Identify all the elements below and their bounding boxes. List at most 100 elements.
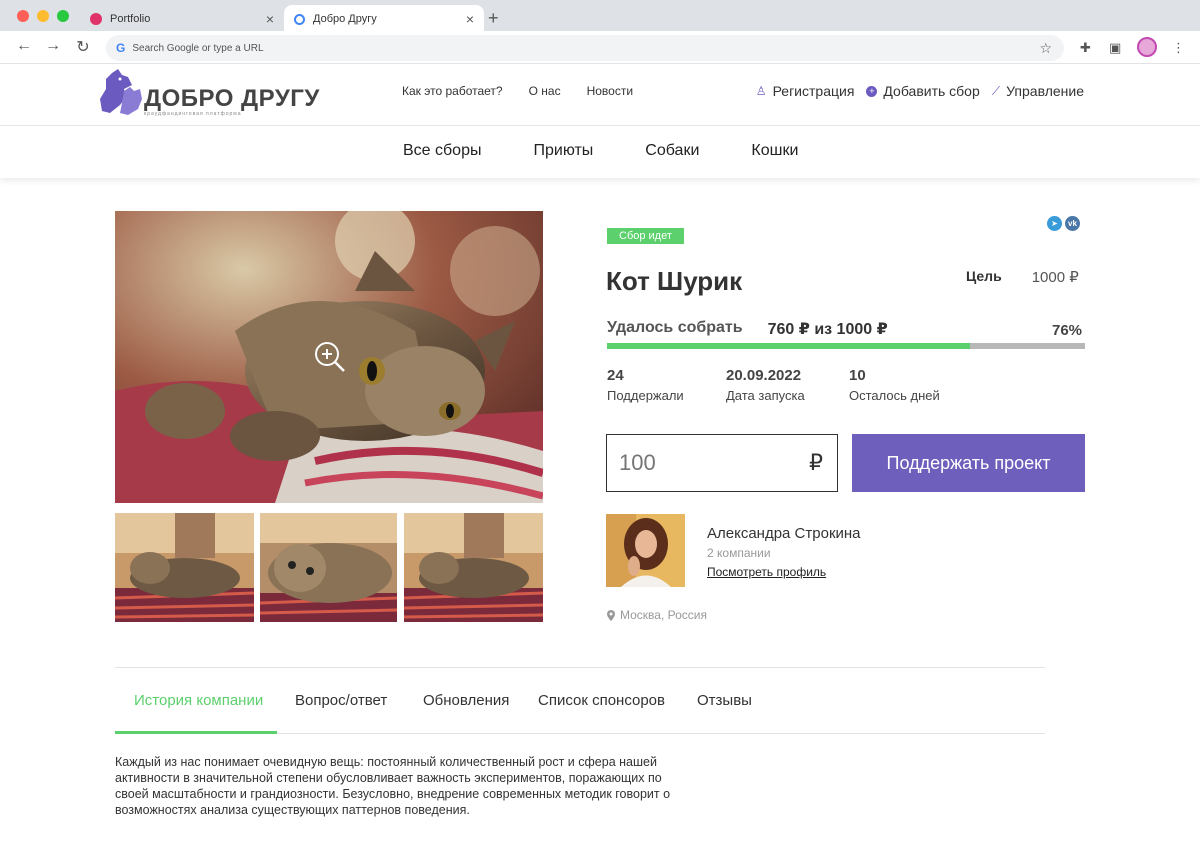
profile-avatar[interactable] xyxy=(1137,37,1157,57)
maximize-window-button[interactable] xyxy=(57,10,69,22)
gallery-thumbnail[interactable] xyxy=(260,513,397,622)
user-icon: ♙ xyxy=(755,84,767,98)
category-dogs[interactable]: Собаки xyxy=(645,142,699,160)
progress-fill xyxy=(607,343,971,349)
cat-thumbnail-image xyxy=(260,513,397,622)
chart-icon: ⟋ xyxy=(991,83,1001,98)
browser-tab-dobro[interactable]: Добро Другу × xyxy=(284,5,484,33)
stat-caption: Дата запуска xyxy=(726,388,805,403)
goal-label: Цель xyxy=(966,268,1002,284)
reload-icon[interactable]: ↻ xyxy=(73,37,93,57)
minimize-window-button[interactable] xyxy=(37,10,49,22)
add-campaign-label: Добавить сбор xyxy=(883,83,980,99)
author-avatar[interactable] xyxy=(606,514,685,587)
address-placeholder: Search Google or type a URL xyxy=(132,42,264,54)
telegram-icon[interactable]: ➤ xyxy=(1047,216,1062,231)
location-text: Москва, Россия xyxy=(620,608,707,622)
browser-chrome: Portfolio × Добро Другу × + ← → ↻ G Sear… xyxy=(0,0,1200,64)
stat-days-left: 10 Осталось дней xyxy=(849,367,940,403)
browser-toolbar: ← → ↻ G Search Google or type a URL ☆ ✚ … xyxy=(0,31,1200,64)
back-icon[interactable]: ← xyxy=(14,37,34,55)
amount-input[interactable] xyxy=(619,450,739,476)
window-controls xyxy=(17,10,69,22)
author-name: Александра Строкина xyxy=(707,525,861,542)
view-profile-link[interactable]: Посмотреть профиль xyxy=(707,565,826,579)
bookmark-star-icon[interactable]: ☆ xyxy=(1039,40,1052,57)
menu-icon[interactable]: ⋮ xyxy=(1172,40,1185,56)
side-panel-icon[interactable]: ▣ xyxy=(1109,40,1121,56)
close-window-button[interactable] xyxy=(17,10,29,22)
vk-icon[interactable]: vk xyxy=(1065,216,1080,231)
gallery-thumbnail[interactable] xyxy=(115,513,254,622)
tab-faq[interactable]: Вопрос/ответ xyxy=(295,692,387,709)
site-logo[interactable]: ДОБРО ДРУГУ краудфандинговая платформа xyxy=(98,67,319,117)
plus-circle-icon: + xyxy=(866,85,878,97)
raised-value: 760 ₽ из 1000 ₽ xyxy=(767,321,888,338)
nav-news[interactable]: Новости xyxy=(587,84,633,98)
raised-summary: Удалось собрать 760 ₽ из 1000 ₽ xyxy=(607,319,888,339)
stat-caption: Осталось дней xyxy=(849,388,940,403)
new-tab-button[interactable]: + xyxy=(488,8,499,29)
close-tab-icon[interactable]: × xyxy=(466,12,474,26)
author-companies: 2 компании xyxy=(707,546,771,560)
goal-value: 1000 ₽ xyxy=(1031,269,1079,286)
close-tab-icon[interactable]: × xyxy=(266,12,274,26)
zoom-in-icon[interactable] xyxy=(313,340,347,374)
browser-tab-portfolio[interactable]: Portfolio × xyxy=(80,5,284,33)
active-tab-indicator xyxy=(115,731,277,734)
progress-bar xyxy=(607,343,1085,349)
map-pin-icon xyxy=(607,609,615,621)
stat-number: 24 xyxy=(607,367,624,384)
progress-percent: 76% xyxy=(1052,322,1083,339)
stat-caption: Поддержали xyxy=(607,388,684,403)
currency-symbol: ₽ xyxy=(809,450,823,475)
site-header: ДОБРО ДРУГУ краудфандинговая платформа К… xyxy=(0,64,1200,126)
category-shelters[interactable]: Приюты xyxy=(533,142,593,160)
tab-title: Добро Другу xyxy=(313,13,377,25)
dribbble-icon xyxy=(90,13,102,25)
nav-how-it-works[interactable]: Как это работает? xyxy=(402,84,503,98)
google-icon xyxy=(294,13,305,25)
author-photo-image xyxy=(606,514,685,587)
raised-label: Удалось собрать xyxy=(607,319,743,336)
tab-sponsors[interactable]: Список спонсоров xyxy=(538,692,665,709)
manage-link[interactable]: ⟋ Управление xyxy=(992,83,1084,99)
tab-title: Portfolio xyxy=(110,13,151,25)
stat-launch-date: 20.09.2022 Дата запуска xyxy=(726,367,805,403)
logo-text: ДОБРО ДРУГУ xyxy=(144,85,320,112)
support-project-button[interactable]: Поддержать проект xyxy=(852,434,1085,492)
tab-reviews[interactable]: Отзывы xyxy=(697,692,752,709)
stat-number: 20.09.2022 xyxy=(726,367,802,384)
campaign-goal: Цель 1000 ₽ xyxy=(966,268,1079,286)
campaign-title: Кот Шурик xyxy=(606,266,743,296)
gallery-thumbnail[interactable] xyxy=(404,513,543,622)
extensions-icon[interactable]: ✚ xyxy=(1080,40,1091,56)
tab-story[interactable]: История компании xyxy=(134,692,263,709)
register-link[interactable]: ♙ Регистрация xyxy=(756,83,855,99)
share-buttons: ➤ vk xyxy=(1047,216,1080,231)
header-actions: ♙ Регистрация + Добавить сбор ⟋ Управлен… xyxy=(756,83,1084,99)
stat-number: 10 xyxy=(849,367,866,384)
add-campaign-link[interactable]: + Добавить сбор xyxy=(866,83,980,99)
author-location: Москва, Россия xyxy=(607,608,707,622)
google-icon: G xyxy=(116,41,126,55)
donation-amount-field: ₽ xyxy=(606,434,838,492)
address-bar[interactable]: G Search Google or type a URL ☆ xyxy=(106,35,1064,61)
nav-about[interactable]: О нас xyxy=(529,84,561,98)
dog-cat-logo-icon xyxy=(100,69,142,115)
tab-updates[interactable]: Обновления xyxy=(423,692,509,709)
manage-label: Управление xyxy=(1006,83,1084,99)
story-text: Каждый из нас понимает очевидную вещь: п… xyxy=(115,755,671,817)
forward-icon[interactable]: → xyxy=(43,37,63,55)
category-nav: Все сборы Приюты Собаки Кошки xyxy=(0,126,1200,178)
stat-supporters: 24 Поддержали xyxy=(607,367,684,403)
status-badge: Сбор идет xyxy=(607,228,684,244)
category-all[interactable]: Все сборы xyxy=(403,142,481,160)
cat-thumbnail-image xyxy=(404,513,543,622)
logo-subtitle: краудфандинговая платформа xyxy=(144,111,242,117)
top-nav: Как это работает? О нас Новости xyxy=(402,84,633,98)
cat-thumbnail-image xyxy=(115,513,254,622)
divider xyxy=(115,667,1045,668)
category-cats[interactable]: Кошки xyxy=(751,142,798,160)
register-label: Регистрация xyxy=(772,83,855,99)
